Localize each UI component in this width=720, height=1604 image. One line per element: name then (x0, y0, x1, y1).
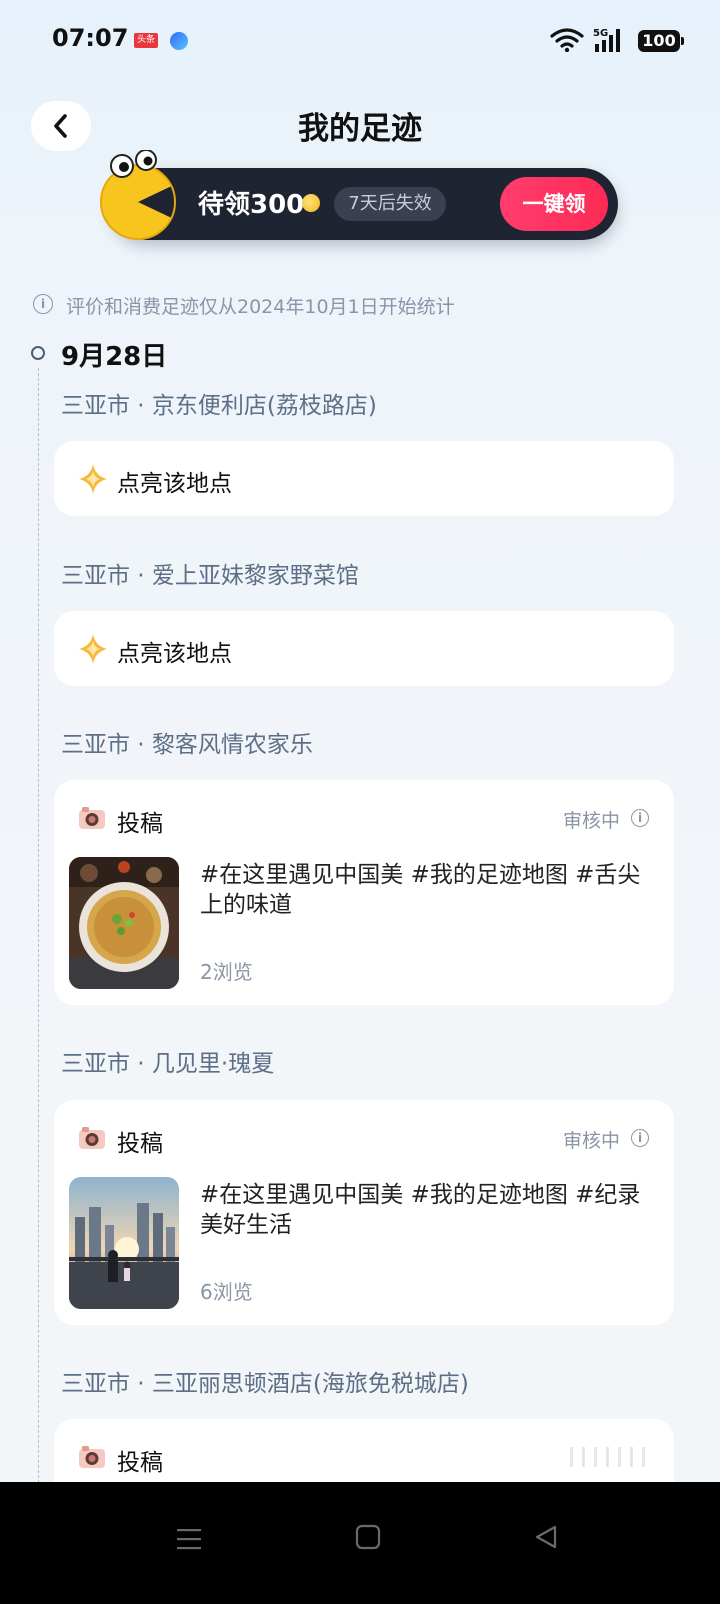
place-title[interactable]: 三亚市 · 爱上亚妹黎家野菜馆 (61, 556, 359, 590)
battery-indicator: 100 (638, 30, 684, 52)
app-notification-icon (170, 32, 188, 50)
post-card[interactable]: 投稿 审核中 i #在这里遇见中国美 #我的足迹地图 #纪录美好生活 6浏览 (54, 1100, 674, 1325)
post-text: #在这里遇见中国美 #我的足迹地图 #舌尖上的味道 (200, 862, 641, 918)
review-status: 审核中 (563, 1130, 621, 1152)
place-title[interactable]: 三亚市 · 黎客风情农家乐 (61, 725, 313, 759)
expire-badge: 7天后失效 (334, 187, 446, 221)
status-time: 07:07 (52, 24, 129, 52)
coin-icon (302, 194, 320, 212)
camera-icon (79, 1127, 105, 1149)
place-title[interactable]: 三亚市 · 几见里·瑰夏 (61, 1044, 274, 1078)
system-nav-bar (0, 1482, 720, 1604)
city-sunset-image (69, 1177, 179, 1309)
mascot-icon (100, 150, 180, 240)
post-card[interactable]: 投稿 审核中 i #在这里遇见中国美 #我的足迹地图 #舌尖上的味道 2浏览 (54, 780, 674, 1005)
post-thumbnail[interactable] (69, 857, 179, 989)
menu-icon[interactable] (176, 1526, 202, 1552)
place-title[interactable]: 三亚市 · 京东便利店(荔枝路店) (61, 386, 377, 420)
post-type-label: 投稿 (117, 811, 163, 837)
loading-placeholder (570, 1447, 650, 1467)
claim-all-button[interactable]: 一键领 (500, 177, 608, 231)
timeline-line (38, 368, 39, 1508)
info-icon[interactable]: i (631, 1129, 649, 1147)
noodle-dish-image (69, 857, 179, 989)
camera-icon (79, 807, 105, 829)
post-type-label: 投稿 (117, 1131, 163, 1157)
svg-text:5G: 5G (593, 28, 608, 39)
info-icon: i (33, 294, 53, 314)
place-title[interactable]: 三亚市 · 三亚丽思顿酒店(海旅免税城店) (61, 1364, 469, 1398)
home-icon[interactable] (355, 1524, 381, 1550)
pending-reward-text: 待领300 (198, 190, 305, 220)
page-title: 我的足迹 (298, 111, 422, 147)
wifi-icon (550, 28, 584, 52)
post-text: #在这里遇见中国美 #我的足迹地图 #纪录美好生活 (200, 1182, 641, 1238)
post-type-label: 投稿 (117, 1450, 163, 1476)
light-up-card[interactable]: 点亮该地点 (54, 611, 674, 686)
back-nav-icon[interactable] (533, 1524, 559, 1550)
cellular-signal-icon: 5G (593, 28, 620, 52)
light-up-label: 点亮该地点 (117, 471, 232, 497)
view-count: 2浏览 (200, 960, 253, 984)
timeline-dot (31, 346, 45, 360)
timeline-date: 9月28日 (61, 342, 168, 372)
camera-icon (79, 1446, 105, 1468)
news-app-badge: 头条 (134, 33, 158, 48)
light-up-card[interactable]: 点亮该地点 (54, 441, 674, 516)
sparkle-icon (79, 464, 107, 494)
post-thumbnail[interactable] (69, 1177, 179, 1309)
info-icon[interactable]: i (631, 809, 649, 827)
stats-notice: 评价和消费足迹仅从2024年10月1日开始统计 (66, 296, 455, 318)
sparkle-icon (79, 634, 107, 664)
light-up-label: 点亮该地点 (117, 641, 232, 667)
view-count: 6浏览 (200, 1280, 253, 1304)
review-status: 审核中 (563, 810, 621, 832)
